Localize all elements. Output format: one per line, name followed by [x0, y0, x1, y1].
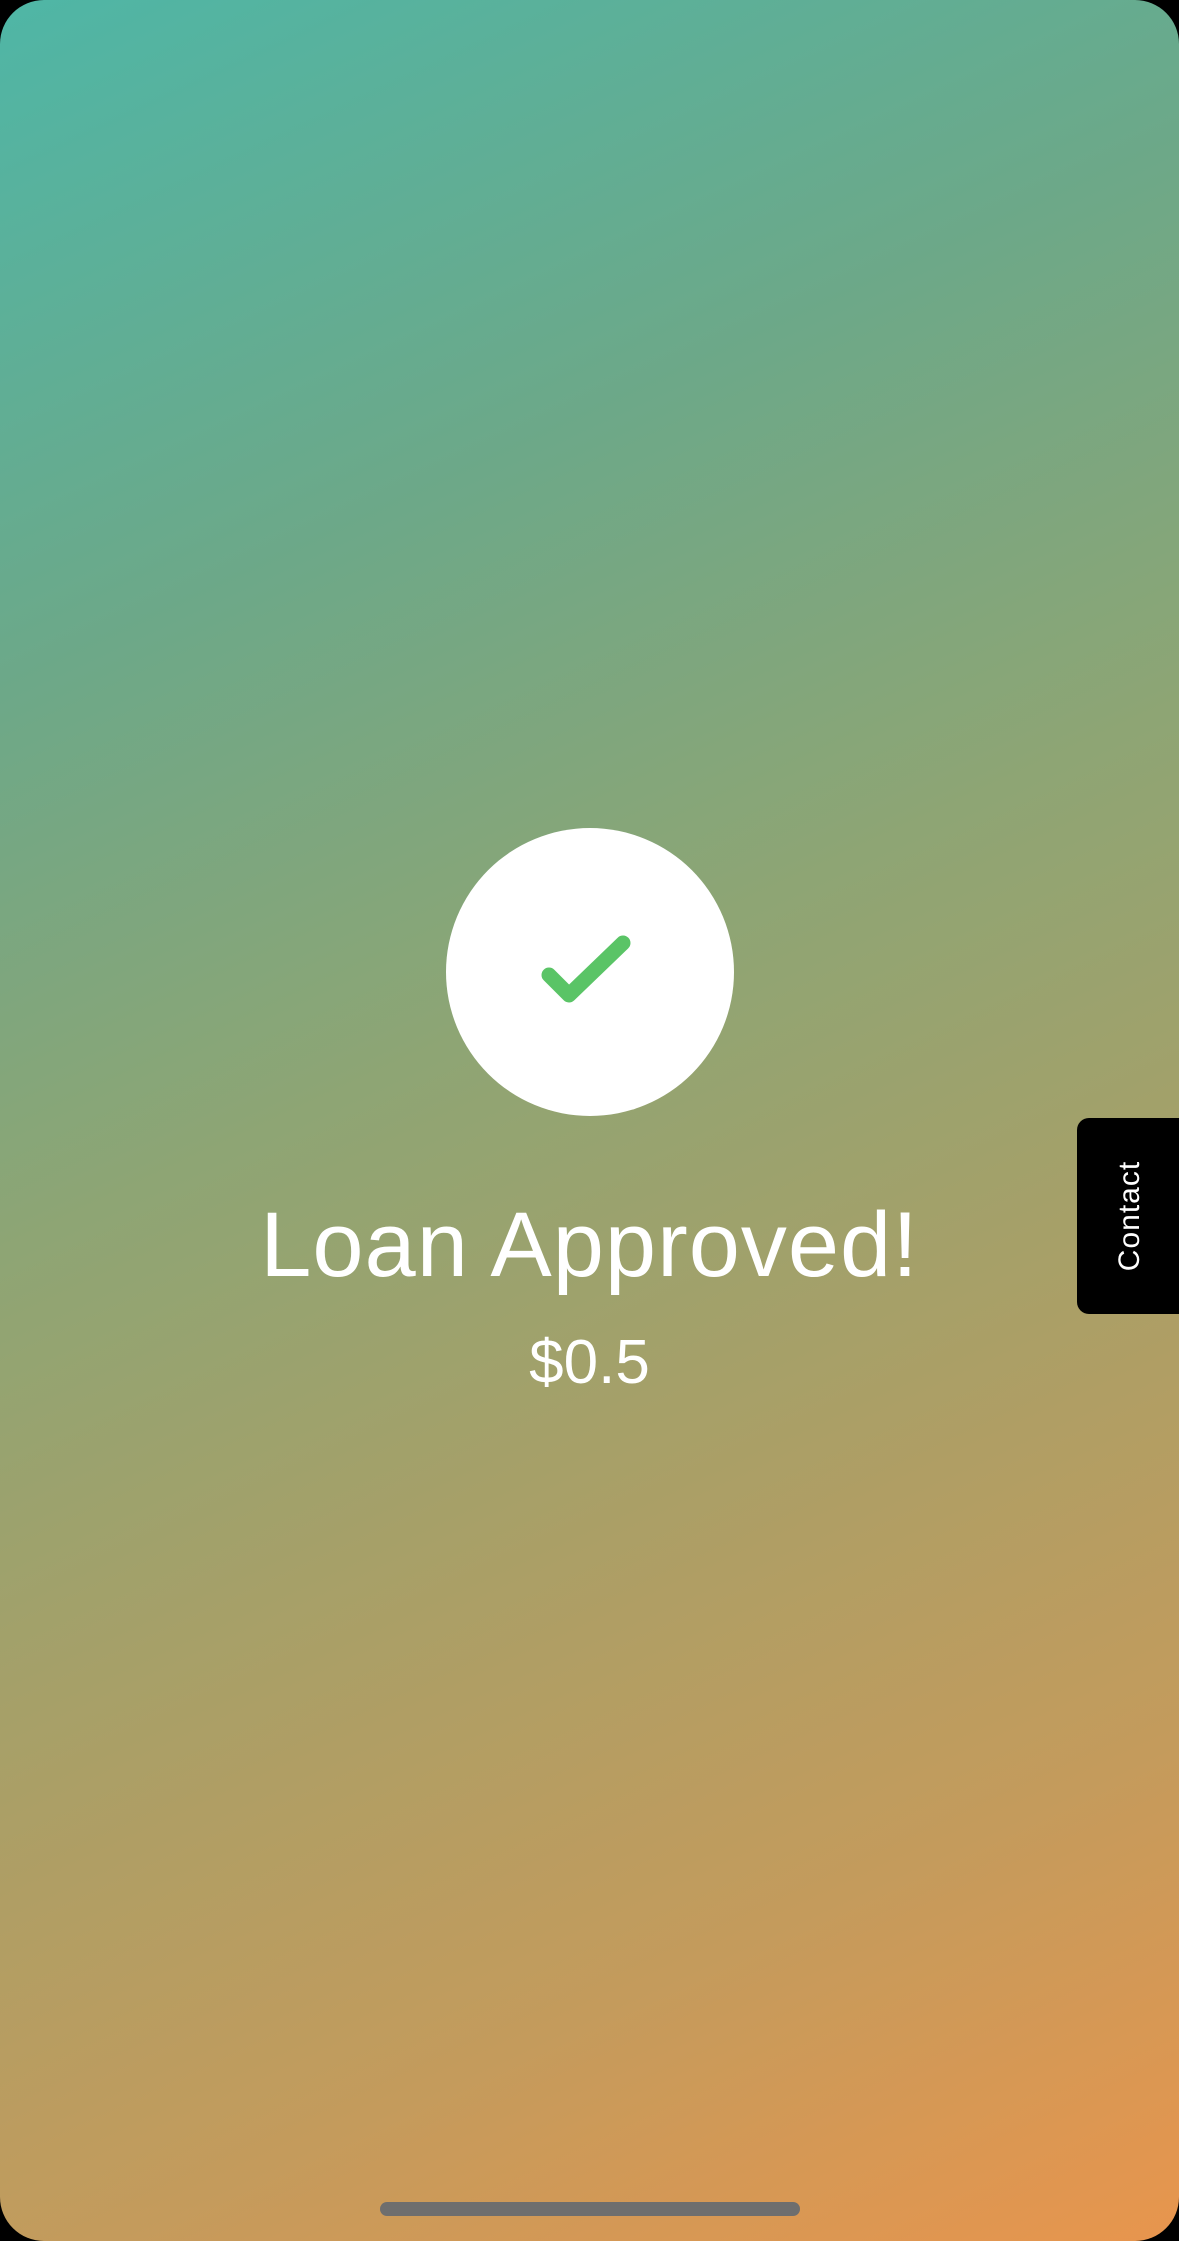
contact-button-label: Contact	[1113, 1160, 1147, 1272]
home-indicator[interactable]	[380, 2202, 800, 2216]
contact-button[interactable]: Contact	[1077, 1118, 1179, 1314]
page-title: Loan Approved!	[260, 1194, 919, 1296]
check-icon	[541, 935, 631, 1003]
loan-approved-screen: Loan Approved! $0.5 Contact	[0, 0, 1179, 2241]
success-badge	[446, 828, 734, 1116]
loan-amount: $0.5	[529, 1328, 650, 1397]
